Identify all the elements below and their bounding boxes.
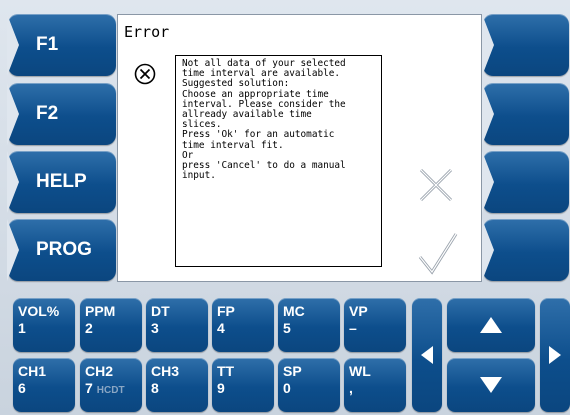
right-softkey-2[interactable]	[482, 83, 569, 145]
key-label-bottom: 8	[151, 380, 159, 396]
key-label-bottom: 1	[18, 320, 26, 336]
notch	[7, 151, 19, 213]
key-label-bottom-row: 7 HCDT	[85, 380, 142, 399]
prog-button[interactable]: PROG	[7, 219, 116, 281]
key-sp-0[interactable]: SP 0	[278, 358, 340, 412]
key-label-bottom: 9	[217, 380, 225, 396]
key-dt-3[interactable]: DT 3	[146, 298, 208, 352]
key-label-top: VOL%	[18, 303, 60, 319]
key-label-top: CH1	[18, 363, 47, 379]
key-label-top: TT	[217, 363, 235, 379]
key-label-top: DT	[151, 303, 170, 319]
key-tt-9[interactable]: TT 9	[212, 358, 274, 412]
notch	[482, 219, 494, 281]
key-label-top: VP	[349, 303, 368, 319]
key-label-bottom: ,	[349, 380, 353, 396]
key-label-bottom: 6	[18, 380, 26, 396]
key-fp-4[interactable]: FP 4	[212, 298, 274, 352]
key-label-bottom: 5	[283, 320, 291, 336]
key-vol-1[interactable]: VOL% 1	[13, 298, 75, 352]
cancel-x-icon[interactable]	[418, 167, 454, 203]
key-label-bottom: 0	[283, 380, 291, 396]
help-button[interactable]: HELP	[7, 151, 116, 213]
arrow-down-button[interactable]	[447, 358, 535, 412]
arrow-up-icon	[480, 317, 502, 333]
key-ppm-2[interactable]: PPM 2	[80, 298, 142, 352]
arrow-right-button[interactable]	[540, 298, 570, 412]
hcdt-label: HCDT	[96, 385, 125, 396]
key-ch1-6[interactable]: CH1 6	[13, 358, 75, 412]
error-circle-x-icon	[134, 63, 156, 85]
notch	[7, 83, 19, 145]
key-label-top: CH3	[151, 363, 180, 379]
notch	[482, 14, 494, 76]
arrow-left-button[interactable]	[412, 298, 442, 412]
notch	[7, 219, 19, 281]
key-label-top: MC	[283, 303, 305, 319]
key-label-top: CH2	[85, 363, 114, 379]
notch	[7, 14, 19, 76]
arrow-down-icon	[480, 377, 502, 393]
key-label-bottom: 4	[217, 320, 225, 336]
key-label-top: WL	[349, 363, 371, 379]
arrow-right-icon	[549, 346, 561, 364]
key-ch3-8[interactable]: CH3 8	[146, 358, 208, 412]
error-message: Not all data of your selected time inter…	[175, 55, 382, 267]
prog-label: PROG	[36, 239, 92, 260]
key-label-top: PPM	[85, 303, 116, 319]
right-softkey-4[interactable]	[482, 219, 569, 281]
arrow-up-button[interactable]	[447, 298, 535, 352]
f1-label: F1	[36, 34, 59, 55]
device-panel: F1 F2 HELP PROG Error Not all data of yo…	[0, 0, 570, 415]
key-mc-5[interactable]: MC 5	[278, 298, 340, 352]
right-softkey-3[interactable]	[482, 151, 569, 213]
key-label-top: SP	[283, 363, 302, 379]
notch	[482, 151, 494, 213]
key-ch2-7[interactable]: CH2 7 HCDT	[80, 358, 142, 412]
key-label-bottom: –	[349, 320, 357, 336]
arrow-left-icon	[421, 346, 433, 364]
display-screen: Error Not all data of your selected time…	[117, 14, 482, 282]
key-label-bottom: 2	[85, 320, 93, 336]
dialog-title: Error	[124, 23, 170, 41]
key-label-bottom: 3	[151, 320, 159, 336]
key-vp-minus[interactable]: VP –	[344, 298, 406, 352]
ok-check-icon[interactable]	[418, 231, 458, 275]
key-label-bottom: 7	[85, 380, 93, 396]
f2-label: F2	[36, 103, 59, 124]
f2-button[interactable]: F2	[7, 83, 116, 145]
right-softkey-1[interactable]	[482, 14, 569, 76]
help-label: HELP	[36, 171, 87, 192]
key-label-top: FP	[217, 303, 235, 319]
key-wl-comma[interactable]: WL ,	[344, 358, 406, 412]
notch	[482, 83, 494, 145]
f1-button[interactable]: F1	[7, 14, 116, 76]
